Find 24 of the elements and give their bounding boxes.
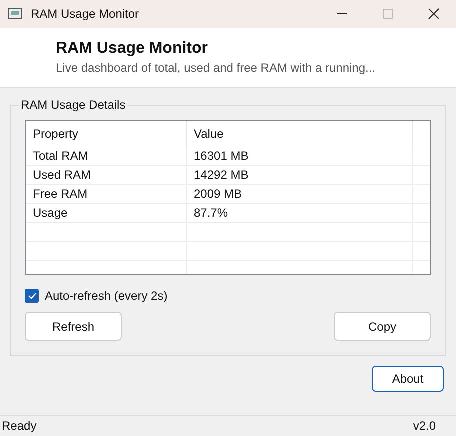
table-cell: 87.7%: [187, 204, 413, 223]
action-button[interactable]: Refresh: [25, 312, 122, 341]
window-title: RAM Usage Monitor: [31, 7, 140, 21]
app-subtitle: Live dashboard of total, used and free RAM with a running...: [56, 61, 377, 75]
column-header[interactable]: Value: [187, 121, 413, 147]
about-button[interactable]: About: [372, 366, 444, 392]
close-icon[interactable]: [428, 8, 440, 20]
column-header[interactable]: Property: [26, 121, 187, 147]
group-title: RAM Usage Details: [20, 98, 127, 112]
version-text: v2.0: [413, 419, 436, 433]
app-heading: RAM Usage Monitor: [56, 40, 209, 58]
app-icon: [8, 8, 22, 20]
checkmark-icon: [28, 292, 36, 300]
checkbox-label: Auto-refresh (every 2s): [45, 289, 168, 303]
table-cell: 16301 MB: [187, 147, 413, 166]
table-cell: Total RAM: [26, 147, 187, 166]
status-text: Ready: [2, 419, 37, 433]
table-cell: Used RAM: [26, 166, 187, 185]
table-cell: 2009 MB: [187, 185, 413, 204]
table-cell: Free RAM: [26, 185, 187, 204]
table-cell: Usage: [26, 204, 187, 223]
checkbox[interactable]: [25, 289, 39, 303]
table-cell: 14292 MB: [187, 166, 413, 185]
action-button[interactable]: Copy: [334, 312, 431, 341]
